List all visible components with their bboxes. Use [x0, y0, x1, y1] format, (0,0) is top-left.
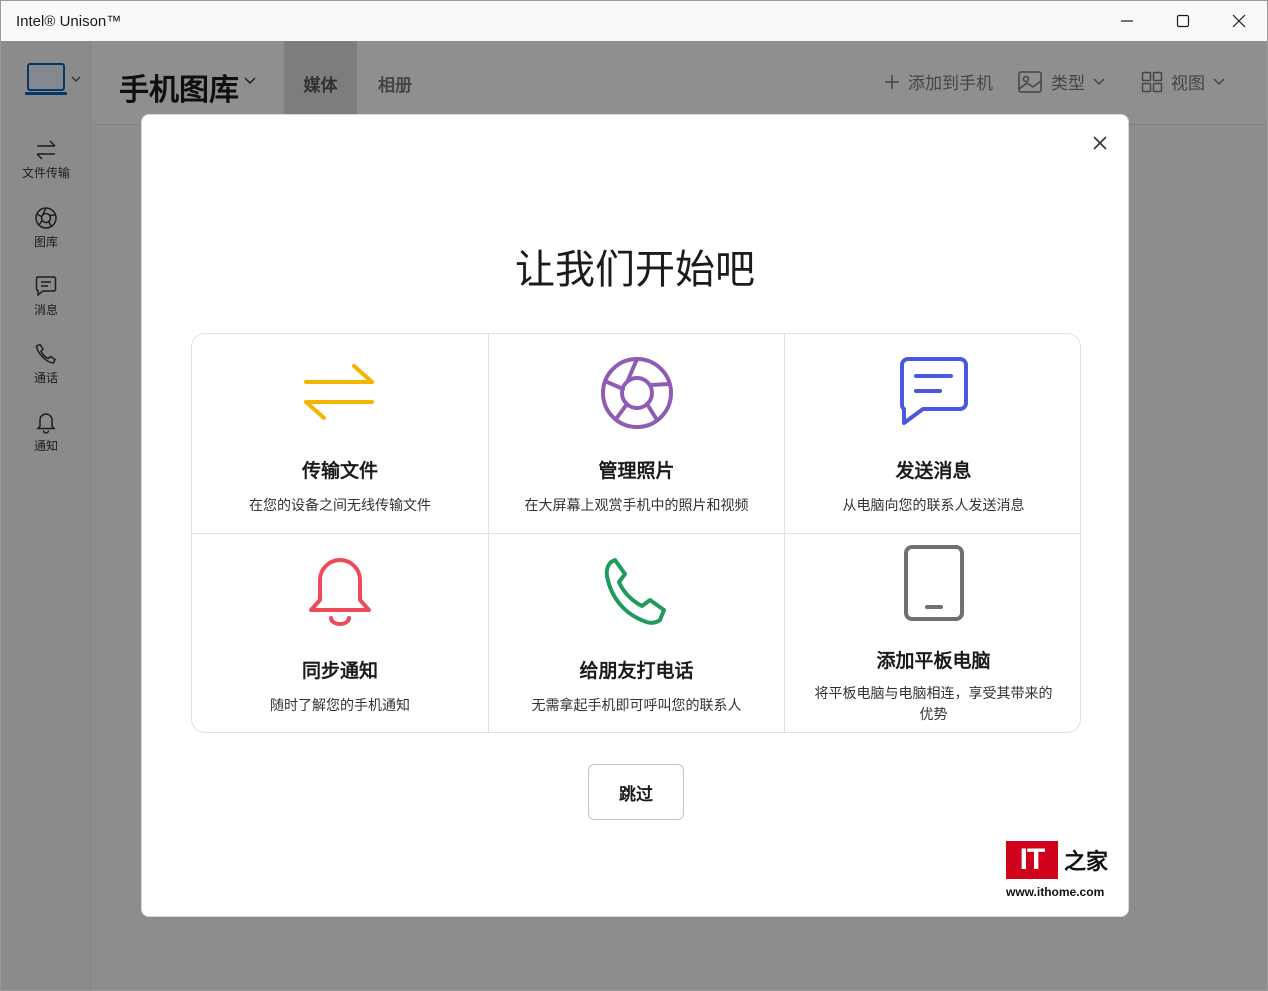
phone-icon — [604, 558, 666, 625]
maximize-icon — [1176, 14, 1190, 28]
close-dialog-button[interactable] — [1088, 131, 1112, 155]
close-window-button[interactable] — [1211, 1, 1267, 41]
transfer-icon — [304, 364, 374, 420]
watermark-url: www.ithome.com — [1006, 885, 1105, 899]
feature-card-photos[interactable]: 管理照片 在大屏幕上观赏手机中的照片和视频 — [489, 334, 785, 534]
minimize-icon — [1121, 20, 1133, 22]
app-window: Intel® Unison™ 文件传输 图库 消息 通话 通知 手机图库 媒体 … — [0, 0, 1268, 991]
feature-description: 将平板电脑与电脑相连，享受其带来的优势 — [814, 686, 1053, 723]
feature-description: 在大屏幕上观赏手机中的照片和视频 — [524, 498, 749, 514]
ithome-glyph: 之家 — [1064, 849, 1109, 875]
close-icon — [1093, 136, 1107, 150]
feature-title: 传输文件 — [301, 460, 378, 482]
feature-title: 同步通知 — [301, 660, 378, 682]
maximize-button[interactable] — [1155, 1, 1211, 41]
message-icon — [899, 357, 968, 425]
feature-grid: 传输文件 在您的设备之间无线传输文件 管理照片 在大屏幕上观赏手机中的照片和视频… — [191, 333, 1081, 733]
feature-card-messages[interactable]: 发送消息 从电脑向您的联系人发送消息 — [785, 334, 1080, 534]
feature-description: 无需拿起手机即可呼叫您的联系人 — [531, 698, 742, 714]
ithome-watermark: IT 之家 www.ithome.com — [1006, 841, 1118, 899]
ithome-logo: IT — [1006, 841, 1058, 879]
feature-title: 管理照片 — [598, 460, 675, 482]
bell-icon — [309, 558, 371, 626]
feature-card-notifications[interactable]: 同步通知 随时了解您的手机通知 — [192, 534, 489, 732]
window-controls — [1099, 1, 1267, 41]
window-title: Intel® Unison™ — [16, 12, 122, 30]
aperture-icon — [600, 357, 673, 429]
skip-button[interactable]: 跳过 — [588, 764, 684, 820]
tablet-icon — [903, 545, 964, 621]
feature-card-calls[interactable]: 给朋友打电话 无需拿起手机即可呼叫您的联系人 — [489, 534, 785, 732]
feature-title: 发送消息 — [895, 460, 972, 482]
close-icon — [1232, 14, 1246, 28]
feature-title: 添加平板电脑 — [876, 650, 991, 672]
getting-started-dialog: 让我们开始吧 传输文件 在您的设备之间无线传输文件 管理照片 在大屏幕上观赏手机… — [141, 114, 1129, 917]
feature-card-transfer[interactable]: 传输文件 在您的设备之间无线传输文件 — [192, 334, 489, 534]
feature-description: 从电脑向您的联系人发送消息 — [842, 498, 1025, 514]
dialog-title: 让我们开始吧 — [515, 247, 755, 293]
feature-description: 随时了解您的手机通知 — [270, 698, 410, 714]
title-bar: Intel® Unison™ — [1, 1, 1267, 41]
feature-card-tablet[interactable]: 添加平板电脑 将平板电脑与电脑相连，享受其带来的优势 — [785, 534, 1080, 732]
minimize-button[interactable] — [1099, 1, 1155, 41]
feature-description: 在您的设备之间无线传输文件 — [249, 498, 431, 514]
feature-title: 给朋友打电话 — [579, 660, 694, 682]
